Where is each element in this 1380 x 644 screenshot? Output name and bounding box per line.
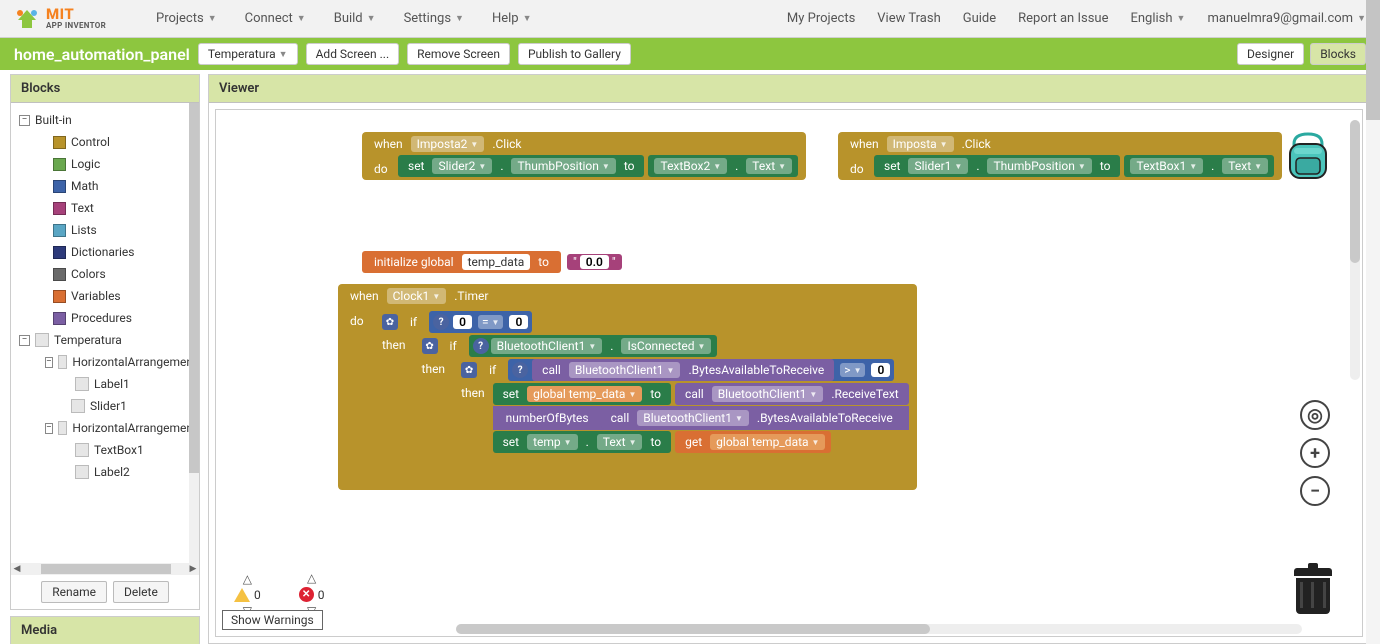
add-screen-button[interactable]: Add Screen ...	[306, 43, 400, 65]
block-when-imposta2-click[interactable]: whenImposta2▼.Click do setSlider2▼.Thumb…	[362, 132, 806, 180]
nav-projects[interactable]: Projects▼	[156, 11, 217, 26]
trash-icon[interactable]	[1294, 568, 1332, 614]
page-scrollbar[interactable]	[1366, 0, 1380, 644]
gear-icon[interactable]: ✿	[422, 338, 438, 354]
if-block-1[interactable]: ✿if ?0=▼0	[374, 310, 909, 334]
nav-user[interactable]: manuelmra9@gmail.com▼	[1207, 11, 1366, 26]
blocks-canvas[interactable]: whenImposta2▼.Click do setSlider2▼.Thumb…	[215, 109, 1363, 637]
remove-screen-button[interactable]: Remove Screen	[407, 43, 510, 65]
tree-comp[interactable]: TextBox1	[15, 439, 195, 461]
blocks-palette: Blocks −Built-in ControlLogicMathTextLis…	[10, 74, 200, 610]
canvas-scrollbar-h[interactable]	[456, 624, 1302, 634]
gear-icon[interactable]: ✿	[382, 314, 398, 330]
tree-category[interactable]: Math	[15, 175, 195, 197]
nav-guide[interactable]: Guide	[963, 11, 996, 26]
zoom-out-button[interactable]: −	[1300, 476, 1330, 506]
logo-sub: APP INVENTOR	[46, 22, 106, 30]
block-when-imposta-click[interactable]: whenImposta▼.Click do setSlider1▼.ThumbP…	[838, 132, 1282, 180]
tree-category[interactable]: Procedures	[15, 307, 195, 329]
nav-language[interactable]: English▼	[1130, 11, 1185, 26]
if-block-3[interactable]: ✿if ? callBluetoothClient1▼.BytesAvailab…	[453, 358, 909, 382]
block-init-global-temp-data[interactable]: initialize globaltemp_datato " 0.0 "	[362, 250, 622, 274]
canvas-scrollbar-v[interactable]	[1350, 120, 1360, 380]
tree-category[interactable]: Text	[15, 197, 195, 219]
warning-icon	[234, 588, 250, 602]
nav-build[interactable]: Build▼	[334, 11, 376, 26]
help-icon[interactable]: ?	[512, 362, 528, 378]
media-panel-title: Media	[11, 617, 199, 644]
nav-viewtrash[interactable]: View Trash	[877, 11, 940, 26]
blocks-panel-title: Blocks	[11, 75, 199, 103]
tree-category[interactable]: Control	[15, 131, 195, 153]
tree-category[interactable]: Variables	[15, 285, 195, 307]
logo-brand: MIT	[46, 7, 106, 22]
nav-right: My Projects View Trash Guide Report an I…	[787, 11, 1366, 26]
publish-button[interactable]: Publish to Gallery	[518, 43, 631, 65]
tree-comp[interactable]: Slider1	[15, 395, 195, 417]
nav-connect[interactable]: Connect▼	[245, 11, 306, 26]
backpack-icon[interactable]	[1280, 128, 1336, 184]
viewer-title: Viewer	[209, 75, 1369, 103]
project-name: home_automation_panel	[14, 45, 190, 64]
top-nav: MIT APP INVENTOR Projects▼ Connect▼ Buil…	[0, 0, 1380, 38]
logo[interactable]: MIT APP INVENTOR	[14, 6, 106, 32]
tree-builtin[interactable]: −Built-in	[15, 109, 195, 131]
logo-icon	[14, 6, 40, 32]
tree-category[interactable]: Lists	[15, 219, 195, 241]
nav-myprojects[interactable]: My Projects	[787, 11, 855, 26]
if-block-2[interactable]: ✿if ?BluetoothClient1▼.IsConnected▼	[414, 334, 909, 358]
gear-icon[interactable]: ✿	[461, 362, 477, 378]
tree-category[interactable]: Logic	[15, 153, 195, 175]
tree-category[interactable]: Dictionaries	[15, 241, 195, 263]
tree-scrollbar-v[interactable]	[189, 103, 199, 563]
nav-left: Projects▼ Connect▼ Build▼ Settings▼ Help…	[156, 11, 532, 26]
help-icon[interactable]: ?	[473, 338, 489, 354]
nav-report[interactable]: Report an Issue	[1018, 11, 1108, 26]
tree-comp[interactable]: Label1	[15, 373, 195, 395]
media-panel: Media	[10, 616, 200, 644]
nav-help[interactable]: Help▼	[492, 11, 532, 26]
project-bar: home_automation_panel Temperatura▼ Add S…	[0, 38, 1380, 70]
err-up[interactable]: △	[307, 571, 316, 585]
blocks-tree[interactable]: −Built-in ControlLogicMathTextListsDicti…	[11, 103, 199, 563]
show-warnings-button[interactable]: Show Warnings	[222, 610, 323, 630]
viewer-panel: Viewer whenImposta2▼.Click do setSlider2…	[208, 74, 1370, 644]
rename-button[interactable]: Rename	[41, 581, 107, 603]
tree-screen[interactable]: −Temperatura	[15, 329, 195, 351]
tree-comp[interactable]: −HorizontalArrangemen	[15, 417, 195, 439]
error-icon: ✕	[299, 587, 314, 602]
help-icon[interactable]: ?	[433, 314, 449, 330]
designer-tab[interactable]: Designer	[1237, 43, 1304, 65]
tree-comp[interactable]: −HorizontalArrangemen	[15, 351, 195, 373]
screen-dropdown[interactable]: Temperatura▼	[198, 43, 298, 65]
tree-category[interactable]: Colors	[15, 263, 195, 285]
blocks-tab[interactable]: Blocks	[1310, 43, 1366, 65]
center-button[interactable]: ◎	[1300, 400, 1330, 430]
sidebar: Blocks −Built-in ControlLogicMathTextLis…	[10, 74, 200, 644]
warn-up[interactable]: △	[243, 572, 252, 586]
main: Blocks −Built-in ControlLogicMathTextLis…	[0, 70, 1380, 644]
tree-comp[interactable]: Label2	[15, 461, 195, 483]
nav-settings[interactable]: Settings▼	[404, 11, 464, 26]
error-count: 0	[318, 588, 325, 602]
block-when-clock1-timer[interactable]: whenClock1▼.Timer do ✿if ?0=▼0 then ✿if	[338, 284, 917, 490]
warning-count: 0	[254, 588, 261, 602]
zoom-in-button[interactable]: +	[1300, 438, 1330, 468]
delete-button[interactable]: Delete	[113, 581, 169, 603]
tree-scrollbar-h[interactable]: ◀▶	[11, 563, 199, 575]
